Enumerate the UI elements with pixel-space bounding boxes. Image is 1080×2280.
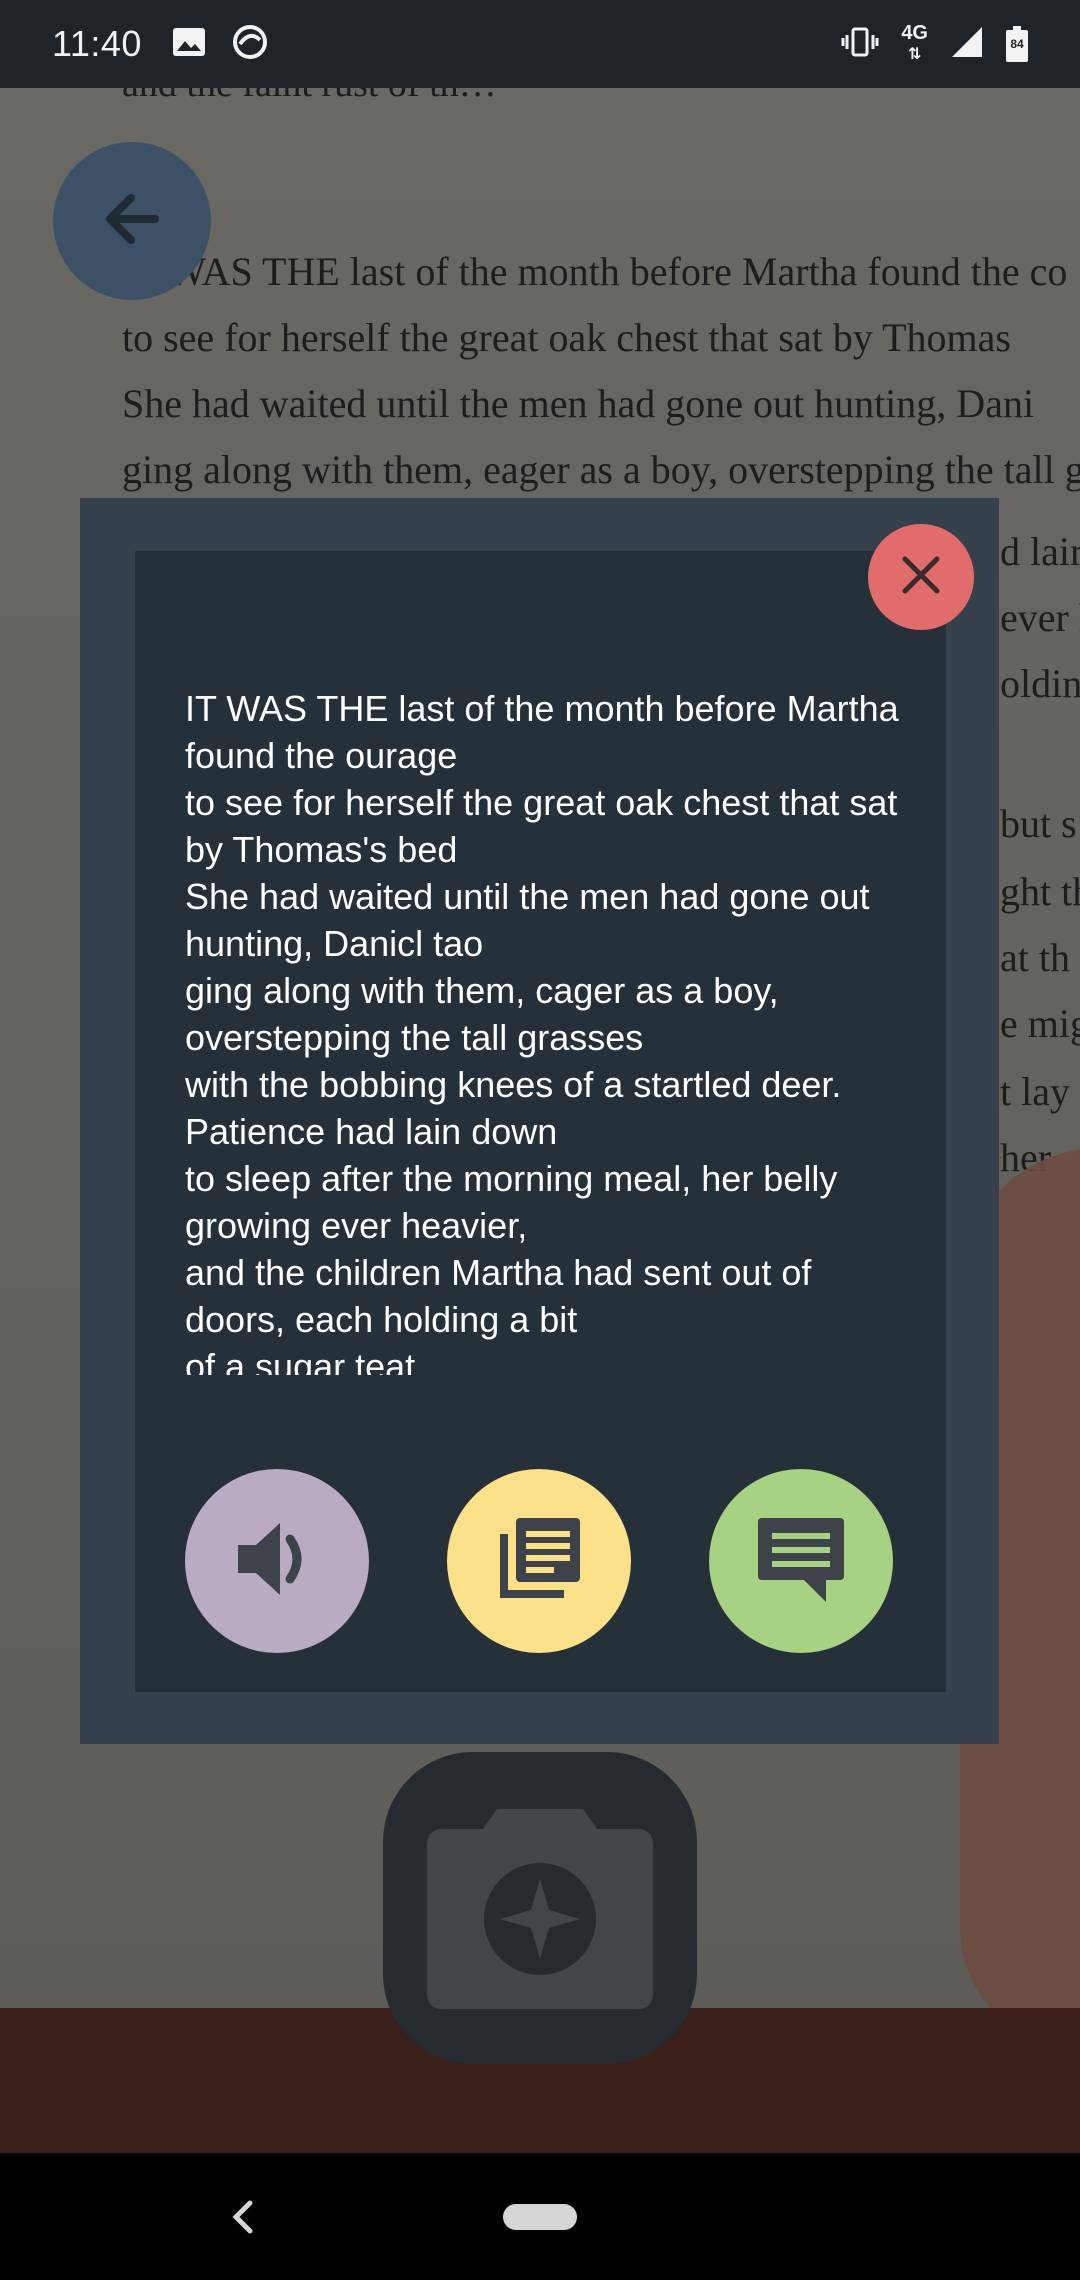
page-lines: IT WAS THE last of the month before Mart… bbox=[122, 248, 1080, 512]
capture-button[interactable] bbox=[383, 1752, 697, 2064]
page-fragment: oldin bbox=[1000, 661, 1080, 706]
page-fragment: e mig bbox=[1000, 1001, 1080, 1046]
navigation-bar bbox=[0, 2153, 1080, 2280]
chat-icon bbox=[756, 1514, 846, 1609]
page-top-line: and the faint rust of th… bbox=[122, 88, 1022, 106]
page-fragment: ght th bbox=[1000, 869, 1080, 914]
read-text-button[interactable] bbox=[447, 1469, 631, 1653]
page-fragment: ever h bbox=[1000, 595, 1080, 640]
page-fragment: but s bbox=[1000, 801, 1077, 846]
data-arrows-icon: ⇅ bbox=[907, 46, 922, 63]
page-line: IT WAS THE last of the month before Mart… bbox=[122, 249, 1068, 294]
sync-icon bbox=[232, 24, 268, 65]
volume-icon bbox=[236, 1521, 318, 1602]
back-button[interactable] bbox=[53, 142, 211, 300]
signal-icon bbox=[950, 25, 984, 64]
page-fragment: d lair bbox=[1000, 529, 1080, 574]
nav-home-pill[interactable] bbox=[503, 2204, 577, 2230]
battery-icon: 84 bbox=[1006, 26, 1028, 62]
close-button[interactable] bbox=[868, 524, 974, 630]
page-fragment: t lay bbox=[1000, 1069, 1070, 1114]
page-fragment: at th bbox=[1000, 935, 1070, 980]
battery-level: 84 bbox=[1010, 37, 1024, 51]
status-bar: 11:40 4G ⇅ 84 bbox=[0, 0, 1080, 88]
close-icon bbox=[901, 555, 941, 600]
network-type: 4G ⇅ bbox=[901, 23, 928, 65]
vibrate-icon bbox=[841, 27, 879, 62]
network-label: 4G bbox=[901, 22, 928, 44]
page-line: She had waited until the men had gone ou… bbox=[122, 381, 1035, 426]
camera-icon bbox=[427, 1801, 653, 2016]
chat-button[interactable] bbox=[709, 1469, 893, 1653]
article-icon bbox=[496, 1516, 582, 1607]
page-line: to see for herself the great oak chest t… bbox=[122, 315, 1011, 360]
speak-button[interactable] bbox=[185, 1469, 369, 1653]
image-icon bbox=[172, 27, 206, 62]
arrow-back-icon bbox=[97, 184, 167, 259]
status-time: 11:40 bbox=[52, 23, 142, 64]
recognized-text[interactable]: IT WAS THE last of the month before Mart… bbox=[185, 685, 905, 1375]
nav-back-icon[interactable] bbox=[226, 2187, 256, 2247]
